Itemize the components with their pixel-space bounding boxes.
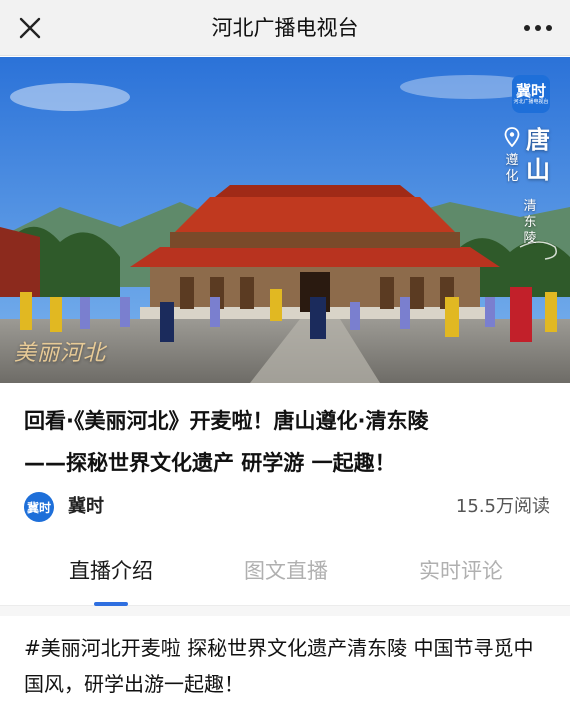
section-divider [0, 606, 570, 616]
article-title-line-2: ——探秘世界文化遗产 研学游 一起趣！ [24, 451, 396, 475]
tab-live-intro[interactable]: 直播介绍 [16, 540, 206, 606]
location-site: 清东陵 [523, 199, 537, 246]
channel-logo: 冀时 河北广播电视台 [512, 75, 550, 113]
location-county: 遵化 [505, 153, 519, 184]
top-nav-bar: 河北广播电视台 [0, 0, 570, 56]
page-title: 河北广播电视台 [211, 16, 359, 40]
location-city: 唐山 [526, 125, 550, 184]
author-name[interactable]: 冀时 [68, 488, 104, 526]
video-player[interactable]: 冀时 河北广播电视台 唐山 遵化 清东陵 美丽河北 [0, 57, 570, 383]
location-pin-icon [504, 127, 520, 147]
channel-logo-subtext: 河北广播电视台 [513, 98, 549, 105]
tab-live-comments[interactable]: 实时评论 [366, 540, 556, 606]
tab-graphic-live[interactable]: 图文直播 [191, 540, 381, 606]
channel-logo-text: 冀时 [515, 81, 546, 100]
more-dots-icon[interactable] [520, 10, 556, 46]
location-overlay: 唐山 遵化 清东陵 [502, 125, 554, 295]
author-row: 冀时 冀时 15.5万阅读 [24, 488, 550, 524]
avatar[interactable]: 冀时 [24, 492, 54, 522]
program-watermark: 美丽河北 [14, 341, 107, 366]
tab-bar: 直播介绍 图文直播 实时评论 [0, 540, 570, 606]
article-title: 回看·《美丽河北》开麦啦！唐山遵化·清东陵 ——探秘世界文化遗产 研学游 一起趣… [24, 400, 554, 484]
live-description: #美丽河北开麦啦 探秘世界文化遗产清东陵 中国节寻觅中国风，研学出游一起趣！ [24, 636, 534, 696]
read-count: 15.5万阅读 [455, 496, 550, 517]
article-title-line-1: 回看·《美丽河北》开麦啦！唐山遵化·清东陵 [24, 409, 429, 433]
